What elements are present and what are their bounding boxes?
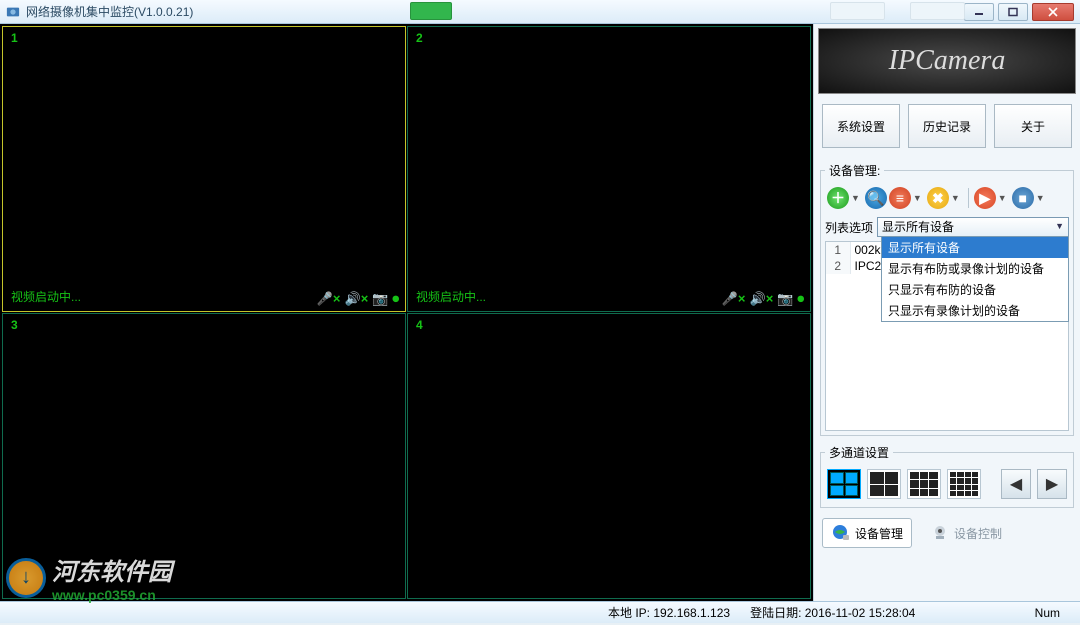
camera-icon[interactable]: 📷 <box>372 291 388 307</box>
status-ip: 本地 IP: 192.168.1.123 <box>608 604 730 621</box>
video-grid: 1 视频启动中... 🎤× 🔊× 📷 ⏺ 2 视频启动中... 🎤× 🔊× 📷 … <box>0 24 813 601</box>
status-login-date: 登陆日期: 2016-11-02 15:28:04 <box>750 604 915 621</box>
list-filter-dropdown: 显示所有设备 显示有布防或录像计划的设备 只显示有布防的设备 只显示有录像计划的… <box>881 236 1069 322</box>
layout-2x2b-icon[interactable] <box>867 469 901 499</box>
video-cell-1[interactable]: 1 视频启动中... 🎤× 🔊× 📷 ⏺ <box>2 26 406 312</box>
status-bar: 本地 IP: 192.168.1.123 登陆日期: 2016-11-02 15… <box>0 601 1080 623</box>
title-bar: 网络摄像机集中监控(V1.0.0.21) <box>0 0 1080 24</box>
layout-2x2-icon[interactable] <box>827 469 861 499</box>
list-option-row: 列表选项 显示所有设备 显示所有设备 显示有布防或录像计划的设备 只显示有布防的… <box>825 213 1069 241</box>
window-title: 网络摄像机集中监控(V1.0.0.21) <box>26 3 960 20</box>
device-management-group: 设备管理: ＋▼ 🔍 ≡▼ ✖▼ ▶▼ ■▼ 列表选项 显示所有设备 显示所有设… <box>820 162 1074 436</box>
mic-mute-icon[interactable]: 🎤× <box>722 291 746 307</box>
minimize-button[interactable] <box>964 3 994 21</box>
list-filter-combobox[interactable]: 显示所有设备 <box>877 217 1069 237</box>
app-icon <box>6 5 20 19</box>
multichannel-group: 多通道设置 ◀ ▶ <box>820 444 1074 508</box>
search-device-icon[interactable]: 🔍 <box>865 187 887 209</box>
video-cell-2[interactable]: 2 视频启动中... 🎤× 🔊× 📷 ⏺ <box>407 26 811 312</box>
mic-mute-icon[interactable]: 🎤× <box>317 291 341 307</box>
prev-layout-button[interactable]: ◀ <box>1001 469 1031 499</box>
record-icon[interactable]: ⏺ <box>393 291 400 307</box>
layout-3x3-icon[interactable] <box>907 469 941 499</box>
titlebar-green-button[interactable] <box>410 2 452 20</box>
camera-device-icon <box>930 523 950 543</box>
cell-status: 视频启动中... <box>11 288 81 305</box>
layout-4x4-icon[interactable] <box>947 469 981 499</box>
record-icon[interactable]: ⏺ <box>798 291 805 307</box>
side-panel: IPCamera 系统设置 历史记录 关于 设备管理: ＋▼ 🔍 ≡▼ ✖▼ ▶… <box>813 24 1080 601</box>
device-management-label: 设备管理: <box>825 162 884 179</box>
play-caret-icon[interactable]: ▼ <box>998 193 1007 203</box>
cell-status: 视频启动中... <box>416 288 486 305</box>
stop-caret-icon[interactable]: ▼ <box>1036 193 1045 203</box>
dropdown-option[interactable]: 显示所有设备 <box>882 237 1068 258</box>
cell-number: 1 <box>11 31 18 45</box>
speaker-mute-icon[interactable]: 🔊× <box>750 291 774 307</box>
delete-caret-icon[interactable]: ▼ <box>951 193 960 203</box>
cell-number: 4 <box>416 318 423 332</box>
about-button[interactable]: 关于 <box>994 104 1072 148</box>
bottom-tabbar: 设备管理 设备控制 <box>818 512 1076 554</box>
titlebar-ghost-button-2[interactable] <box>910 2 965 20</box>
tab-device-management[interactable]: 设备管理 <box>822 518 912 548</box>
device-row: 2IPC2 <box>826 258 886 274</box>
dropdown-option[interactable]: 只显示有布防的设备 <box>882 279 1068 300</box>
video-cell-3[interactable]: 3 <box>2 313 406 599</box>
camera-icon[interactable]: 📷 <box>777 291 793 307</box>
tab-device-control[interactable]: 设备控制 <box>922 518 1010 548</box>
multichannel-label: 多通道设置 <box>825 444 893 461</box>
system-settings-button[interactable]: 系统设置 <box>822 104 900 148</box>
history-button[interactable]: 历史记录 <box>908 104 986 148</box>
dropdown-option[interactable]: 只显示有录像计划的设备 <box>882 300 1068 321</box>
device-row: 1002k <box>826 242 886 258</box>
globe-icon <box>831 523 851 543</box>
delete-device-icon[interactable]: ✖ <box>927 187 949 209</box>
brand-logo: IPCamera <box>818 28 1076 94</box>
cell-number: 3 <box>11 318 18 332</box>
status-numlock: Num <box>1035 606 1060 620</box>
play-icon[interactable]: ▶ <box>974 187 996 209</box>
titlebar-ghost-button-1[interactable] <box>830 2 885 20</box>
toolbar-separator <box>968 188 969 208</box>
close-button[interactable] <box>1032 3 1074 21</box>
stop-icon[interactable]: ■ <box>1012 187 1034 209</box>
speaker-mute-icon[interactable]: 🔊× <box>345 291 369 307</box>
video-cell-4[interactable]: 4 <box>407 313 811 599</box>
add-caret-icon[interactable]: ▼ <box>851 193 860 203</box>
next-layout-button[interactable]: ▶ <box>1037 469 1067 499</box>
cell-number: 2 <box>416 31 423 45</box>
add-device-icon[interactable]: ＋ <box>827 187 849 209</box>
edit-device-icon[interactable]: ≡ <box>889 187 911 209</box>
maximize-button[interactable] <box>998 3 1028 21</box>
dropdown-option[interactable]: 显示有布防或录像计划的设备 <box>882 258 1068 279</box>
list-option-label: 列表选项 <box>825 219 873 236</box>
edit-caret-icon[interactable]: ▼ <box>913 193 922 203</box>
